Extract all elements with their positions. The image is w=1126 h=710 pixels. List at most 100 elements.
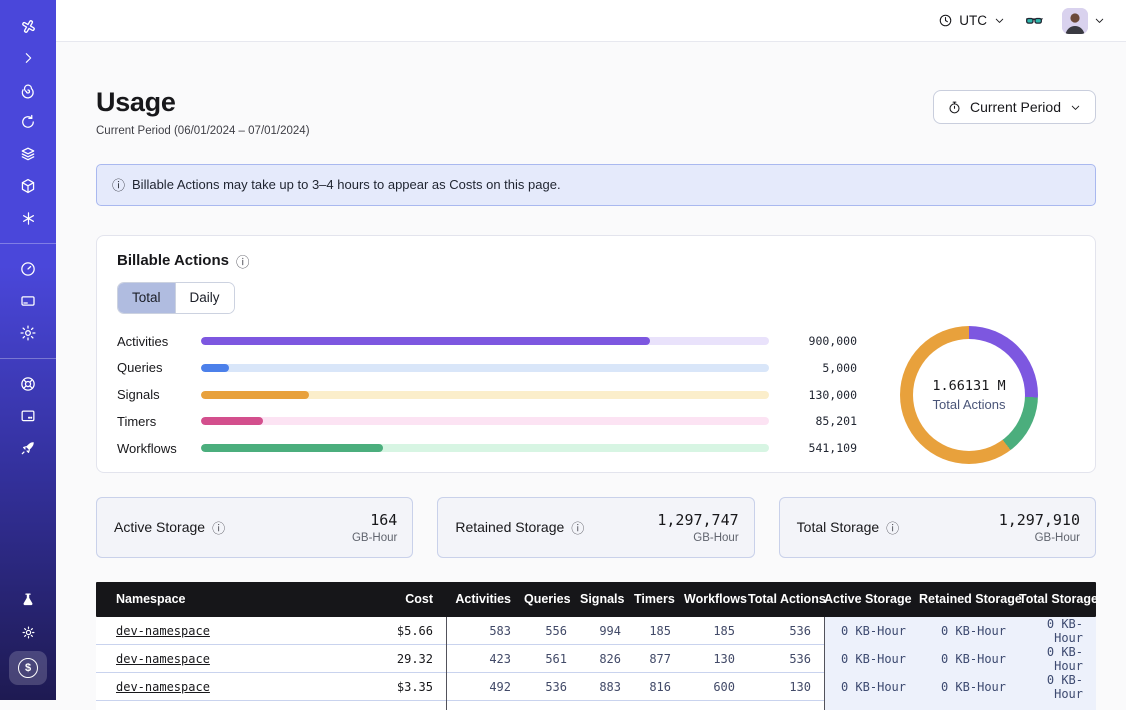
cell-queries: 556 <box>524 617 580 645</box>
sidebar-group-2 <box>0 253 56 349</box>
cell-empty <box>684 701 748 710</box>
sidebar-item-gear[interactable] <box>10 320 46 346</box>
bar-row-activities: Activities900,000 <box>117 334 857 349</box>
sidebar-group-3 <box>0 368 56 464</box>
cell-signals: 994 <box>580 617 634 645</box>
sidebar-item-gauge[interactable] <box>10 256 46 282</box>
tab-total[interactable]: Total <box>118 283 175 313</box>
column-header-workflows: Workflows <box>684 592 748 606</box>
bar-track <box>201 364 769 372</box>
sidebar-group-1 <box>0 10 56 234</box>
info-icon[interactable]: ⓘ <box>212 518 225 537</box>
page-subtitle: Current Period (06/01/2024 – 07/01/2024) <box>96 125 310 137</box>
monitor-icon <box>19 407 37 425</box>
sidebar-item-layers[interactable] <box>10 141 46 167</box>
sidebar-item-monitor[interactable] <box>10 403 46 429</box>
tab-daily[interactable]: Daily <box>175 283 234 313</box>
storage-card-label: Active Storage <box>114 519 205 535</box>
cell-queries: 561 <box>524 645 580 673</box>
bar-label: Queries <box>117 360 187 375</box>
sidebar-item-history[interactable] <box>10 109 46 135</box>
billable-actions-card: Billable Actions ⓘ TotalDaily Activities… <box>96 235 1096 473</box>
cell-empty <box>1019 701 1096 710</box>
info-icon[interactable]: ⓘ <box>886 518 899 537</box>
bar-track <box>201 337 769 345</box>
column-header-queries: Queries <box>524 592 580 606</box>
info-icon[interactable]: ⓘ <box>571 518 584 537</box>
cell-activities: 583 <box>446 617 524 645</box>
sidebar-item-flask[interactable] <box>10 587 46 613</box>
sidebar-item-rocket[interactable] <box>10 435 46 461</box>
sidebar-item-asterisk[interactable] <box>10 205 46 231</box>
layers-icon <box>19 145 37 163</box>
sidebar-item-lifebuoy[interactable] <box>10 371 46 397</box>
cell-workflows: 130 <box>684 645 748 673</box>
current-period-button[interactable]: Current Period <box>933 90 1096 124</box>
avatar <box>1062 8 1088 34</box>
cell-namespace: dev-namespace <box>96 673 346 701</box>
bar-label: Workflows <box>117 441 187 456</box>
chevron-down-icon <box>1069 101 1082 114</box>
clock-icon <box>938 13 953 28</box>
cell-active-storage: 0 KB-Hour <box>824 673 919 701</box>
gauge-icon <box>19 260 37 278</box>
bar-value: 900,000 <box>783 334 857 348</box>
cell-cost: $3.35 <box>346 673 446 701</box>
bar-fill <box>201 391 309 399</box>
bar-value: 5,000 <box>783 361 857 375</box>
storage-card-label: Total Storage <box>797 519 880 535</box>
sidebar-item-sun[interactable] <box>10 619 46 645</box>
cell-total-actions: 130 <box>748 673 824 701</box>
cell-namespace: dev-namespace <box>96 617 346 645</box>
stopwatch-icon <box>947 100 962 115</box>
bar-label: Signals <box>117 387 187 402</box>
flask-icon <box>19 591 37 609</box>
cell-total-storage: 0 KB-Hour <box>1019 617 1096 645</box>
sidebar: $ <box>0 0 56 700</box>
table-row-partial <box>96 701 1096 710</box>
bar-track <box>201 417 769 425</box>
namespace-link[interactable]: dev-namespace <box>116 624 210 638</box>
cell-cost: $5.66 <box>346 617 446 645</box>
bar-value: 541,109 <box>783 441 857 455</box>
total-actions-label: Total Actions <box>933 397 1006 412</box>
info-banner: ⓘ Billable Actions may take up to 3–4 ho… <box>96 164 1096 206</box>
timezone-selector[interactable]: UTC <box>938 13 1006 28</box>
sidebar-item-spiral[interactable] <box>10 77 46 103</box>
sun-icon <box>20 624 37 641</box>
cell-empty <box>96 701 346 710</box>
topbar: UTC <box>56 0 1126 42</box>
sidebar-item-chevron-right[interactable] <box>10 45 46 71</box>
temporal-logo-icon <box>19 17 38 36</box>
cell-retained-storage: 0 KB-Hour <box>919 617 1019 645</box>
table-row: dev-namespace$5.665835569941851855360 KB… <box>96 617 1096 645</box>
sidebar-item-coin-dollar[interactable]: $ <box>9 651 47 685</box>
storage-summary-row: Active Storageⓘ164GB-HourRetained Storag… <box>96 497 1096 558</box>
namespace-usage-table: NamespaceCostActivitiesQueriesSignalsTim… <box>96 582 1096 710</box>
info-icon[interactable]: ⓘ <box>236 251 250 271</box>
column-header-activities: Activities <box>446 592 524 606</box>
namespace-link[interactable]: dev-namespace <box>116 652 210 666</box>
namespace-link[interactable]: dev-namespace <box>116 680 210 694</box>
cell-empty <box>824 701 919 710</box>
cell-workflows: 600 <box>684 673 748 701</box>
cell-workflows: 185 <box>684 617 748 645</box>
sidebar-item-credit-card[interactable] <box>10 288 46 314</box>
storage-card-unit: GB-Hour <box>657 532 738 544</box>
glasses-icon[interactable] <box>1024 11 1044 31</box>
cell-queries: 536 <box>524 673 580 701</box>
account-menu[interactable] <box>1062 8 1106 34</box>
sidebar-item-temporal-logo[interactable] <box>10 13 46 39</box>
cell-namespace: dev-namespace <box>96 645 346 673</box>
cell-empty <box>634 701 684 710</box>
chevron-right-icon <box>20 50 36 66</box>
storage-card-value: 164 <box>352 511 397 529</box>
bar-row-timers: Timers85,201 <box>117 414 857 429</box>
current-period-label: Current Period <box>970 99 1061 115</box>
cell-activities: 423 <box>446 645 524 673</box>
cell-total-actions: 536 <box>748 645 824 673</box>
cell-empty <box>748 701 824 710</box>
cell-timers: 185 <box>634 617 684 645</box>
column-header-retained-storage: Retained Storage <box>919 592 1019 606</box>
sidebar-item-cube[interactable] <box>10 173 46 199</box>
